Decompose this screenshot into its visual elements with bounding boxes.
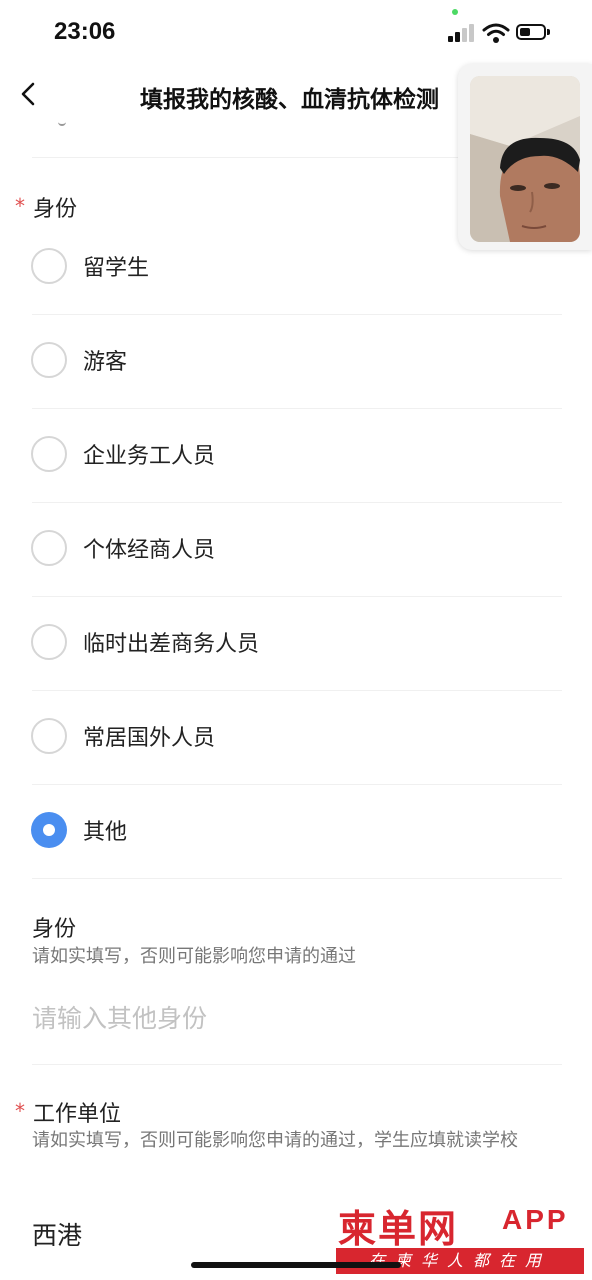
work-unit-label: 工作单位 — [33, 1102, 122, 1127]
watermark-logo: 柬单网 — [338, 1207, 459, 1251]
radio-option-enterprise-worker[interactable]: 企业务工人员 — [0, 416, 592, 496]
back-icon[interactable] — [14, 76, 44, 112]
other-identity-description: 请如实填写，否则可能影响您申请的通过 — [32, 946, 356, 967]
camera-feed — [470, 76, 580, 242]
radio-label: 个体经商人员 — [83, 538, 216, 563]
radio-button[interactable] — [31, 248, 67, 284]
radio-label: 临时出差商务人员 — [83, 632, 260, 657]
divider — [32, 878, 562, 879]
battery-icon — [516, 24, 550, 42]
radio-button[interactable] — [31, 436, 67, 472]
radio-option-other[interactable]: 其他 — [0, 792, 592, 872]
video-call-preview[interactable] — [458, 64, 592, 250]
radio-label: 企业务工人员 — [83, 444, 216, 469]
radio-option-study-abroad[interactable]: 留学生 — [0, 228, 592, 308]
other-identity-label: 身份 — [32, 917, 77, 942]
radio-label: 常居国外人员 — [83, 726, 216, 751]
status-bar: 23:06 — [0, 0, 592, 64]
divider — [32, 596, 562, 597]
work-unit-description: 请如实填写，否则可能影响您申请的通过，学生应填就读学校 — [32, 1130, 518, 1151]
radio-label: 其他 — [83, 820, 128, 845]
radio-option-business-trip[interactable]: 临时出差商务人员 — [0, 604, 592, 684]
radio-button[interactable] — [31, 718, 67, 754]
divider — [32, 690, 562, 691]
divider — [32, 408, 562, 409]
work-unit-input[interactable]: 西港 — [32, 1216, 82, 1252]
privacy-indicator-dot — [452, 9, 458, 15]
previous-field-remnant — [58, 120, 66, 126]
identity-label: 身份 — [33, 197, 78, 222]
watermark-app: APP — [502, 1204, 569, 1235]
radio-button[interactable] — [31, 624, 67, 660]
radio-option-tourist[interactable]: 游客 — [0, 322, 592, 402]
required-star: * — [15, 1099, 25, 1123]
divider — [32, 502, 562, 503]
page-title: 填报我的核酸、血清抗体检测 — [140, 87, 439, 113]
radio-button[interactable] — [31, 342, 67, 378]
watermark-slogan: 在柬华人都在用 — [336, 1248, 584, 1274]
radio-label: 游客 — [83, 350, 128, 375]
radio-button-selected[interactable] — [31, 812, 67, 848]
radio-option-overseas-resident[interactable]: 常居国外人员 — [0, 698, 592, 778]
camera-feed-image — [470, 76, 580, 242]
other-identity-input[interactable] — [32, 998, 562, 1038]
radio-label: 留学生 — [83, 256, 150, 281]
divider — [32, 1064, 562, 1065]
radio-button[interactable] — [31, 530, 67, 566]
home-indicator[interactable] — [191, 1262, 401, 1268]
radio-option-self-employed[interactable]: 个体经商人员 — [0, 510, 592, 590]
divider — [32, 784, 562, 785]
cellular-signal-icon — [448, 24, 476, 42]
divider — [32, 314, 562, 315]
wifi-icon — [482, 23, 510, 43]
status-time: 23:06 — [54, 18, 116, 45]
required-star: * — [15, 194, 25, 218]
